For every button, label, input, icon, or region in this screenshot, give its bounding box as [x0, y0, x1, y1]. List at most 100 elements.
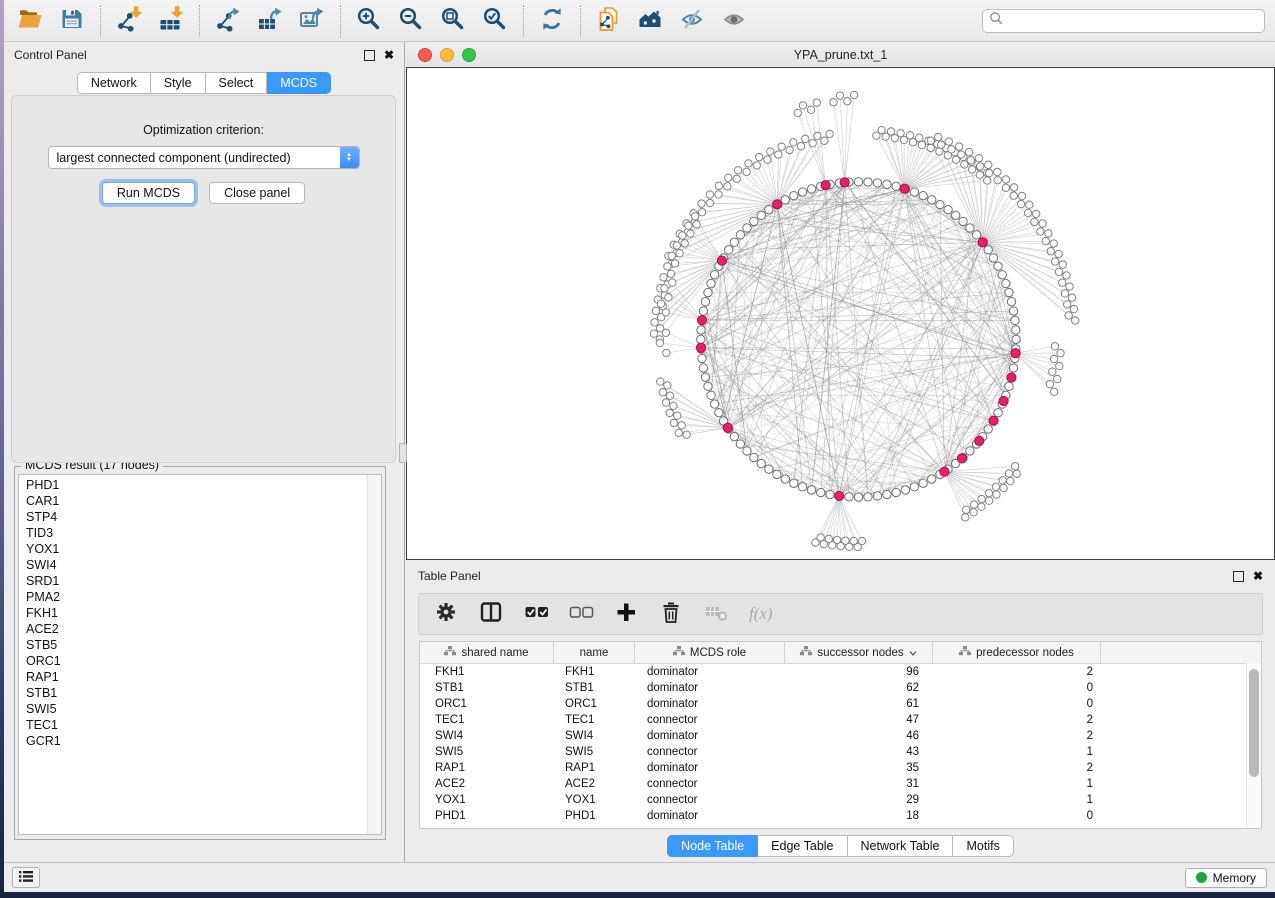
- open-session-button[interactable]: [14, 5, 46, 37]
- network-hub-node[interactable]: [900, 184, 909, 193]
- network-node[interactable]: [984, 246, 992, 254]
- tab-select[interactable]: Select: [206, 72, 268, 94]
- network-node[interactable]: [697, 326, 705, 334]
- network-node[interactable]: [945, 138, 952, 145]
- network-node[interactable]: [685, 222, 692, 229]
- network-node[interactable]: [1005, 382, 1013, 390]
- network-node[interactable]: [704, 288, 712, 296]
- network-hub-node[interactable]: [840, 178, 849, 187]
- network-node[interactable]: [970, 501, 977, 508]
- network-node[interactable]: [765, 465, 773, 473]
- network-node[interactable]: [906, 132, 913, 139]
- network-window-titlebar[interactable]: YPA_prune.txt_1: [406, 42, 1275, 68]
- save-session-button[interactable]: [56, 5, 88, 37]
- network-node[interactable]: [999, 477, 1006, 484]
- network-hub-node[interactable]: [999, 396, 1008, 405]
- mcds-result-item[interactable]: GCR1: [19, 733, 367, 749]
- network-node[interactable]: [1007, 298, 1015, 306]
- network-node[interactable]: [938, 141, 945, 148]
- network-hub-node[interactable]: [697, 316, 706, 325]
- network-node[interactable]: [660, 274, 667, 281]
- network-node[interactable]: [674, 412, 681, 419]
- network-node[interactable]: [781, 196, 789, 204]
- network-view[interactable]: [406, 67, 1275, 560]
- tab-network[interactable]: Network: [77, 72, 151, 94]
- network-node[interactable]: [821, 137, 828, 144]
- network-node[interactable]: [944, 206, 952, 214]
- network-node[interactable]: [854, 178, 862, 186]
- network-node[interactable]: [701, 298, 709, 306]
- network-node[interactable]: [691, 213, 698, 220]
- network-node[interactable]: [666, 409, 673, 416]
- network-node[interactable]: [919, 191, 927, 199]
- network-node[interactable]: [734, 167, 741, 174]
- network-node[interactable]: [1007, 477, 1014, 484]
- search-box[interactable]: [982, 9, 1265, 33]
- network-node[interactable]: [656, 339, 663, 346]
- network-node[interactable]: [984, 177, 991, 184]
- float-panel-icon[interactable]: [364, 50, 375, 61]
- network-node[interactable]: [1046, 380, 1053, 387]
- network-hub-node[interactable]: [821, 181, 830, 190]
- network-node[interactable]: [1059, 279, 1066, 286]
- network-node[interactable]: [733, 175, 740, 182]
- table-row[interactable]: STB1STB1dominator620: [420, 680, 1261, 696]
- tab-node-table[interactable]: Node Table: [667, 835, 758, 857]
- network-node[interactable]: [910, 483, 918, 491]
- network-node[interactable]: [955, 143, 962, 150]
- network-node[interactable]: [1050, 355, 1057, 362]
- table-row[interactable]: SWI4SWI4dominator462: [420, 728, 1261, 744]
- network-node[interactable]: [687, 230, 694, 237]
- network-node[interactable]: [662, 399, 669, 406]
- network-node[interactable]: [743, 447, 751, 455]
- network-node[interactable]: [977, 163, 984, 170]
- network-node[interactable]: [994, 262, 1002, 270]
- network-node[interactable]: [715, 182, 722, 189]
- network-node[interactable]: [657, 300, 664, 307]
- network-node[interactable]: [883, 180, 891, 188]
- network-node[interactable]: [743, 168, 750, 175]
- network-node[interactable]: [775, 151, 782, 158]
- search-input[interactable]: [1004, 13, 1258, 29]
- mcds-result-item[interactable]: PHD1: [19, 477, 367, 493]
- network-node[interactable]: [948, 146, 955, 153]
- tab-mcds[interactable]: MCDS: [267, 72, 331, 94]
- network-node[interactable]: [1005, 288, 1013, 296]
- function-builder-button[interactable]: f(x): [749, 604, 773, 624]
- network-node[interactable]: [668, 252, 675, 259]
- zoom-fit-button[interactable]: [437, 5, 469, 37]
- network-node[interactable]: [773, 470, 781, 478]
- zoom-selected-button[interactable]: [479, 5, 511, 37]
- network-node[interactable]: [887, 128, 894, 135]
- network-node[interactable]: [767, 148, 774, 155]
- import-table-button[interactable]: [155, 5, 187, 37]
- network-node[interactable]: [670, 419, 677, 426]
- network-node[interactable]: [790, 139, 797, 146]
- network-node[interactable]: [1005, 470, 1012, 477]
- network-node[interactable]: [755, 153, 762, 160]
- network-node[interactable]: [794, 109, 801, 116]
- mcds-result-item[interactable]: TEC1: [19, 717, 367, 733]
- network-node[interactable]: [750, 453, 758, 461]
- network-node[interactable]: [781, 475, 789, 483]
- network-node[interactable]: [671, 260, 678, 267]
- table-scrollbar-thumb[interactable]: [1249, 669, 1259, 777]
- network-node[interactable]: [1000, 484, 1007, 491]
- network-node[interactable]: [669, 279, 676, 286]
- network-node[interactable]: [985, 169, 992, 176]
- network-node[interactable]: [790, 191, 798, 199]
- export-network-button[interactable]: [212, 5, 244, 37]
- network-node[interactable]: [817, 488, 825, 496]
- mcds-result-item[interactable]: SRD1: [19, 573, 367, 589]
- network-node[interactable]: [765, 206, 773, 214]
- network-node[interactable]: [1070, 305, 1077, 312]
- network-node[interactable]: [681, 240, 688, 247]
- zoom-in-button[interactable]: [353, 5, 385, 37]
- network-node[interactable]: [664, 382, 671, 389]
- close-table-panel-icon[interactable]: ✖: [1253, 570, 1263, 582]
- mcds-result-item[interactable]: STP4: [19, 509, 367, 525]
- network-node[interactable]: [1018, 192, 1025, 199]
- network-node[interactable]: [873, 492, 881, 500]
- network-node[interactable]: [1017, 200, 1024, 207]
- network-node[interactable]: [799, 102, 806, 109]
